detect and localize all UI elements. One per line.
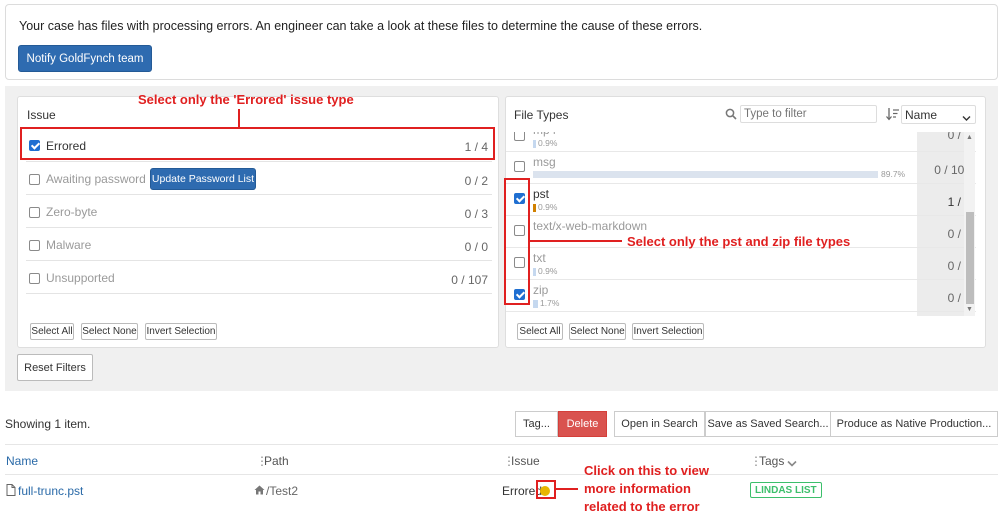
reset-filters-button[interactable]: Reset Filters [17,354,93,381]
issue-label: Zero-byte [46,205,98,219]
file-path: /Test2 [266,484,299,498]
tag-badge[interactable]: LINDAS LIST [750,482,822,498]
save-as-saved-search-button[interactable]: Save as Saved Search... [705,411,831,437]
issue-label: Awaiting password [46,172,146,186]
issue-row-malware[interactable]: Malware 0 / 0 [26,229,492,261]
sort-select-value: Name [905,108,938,122]
produce-native-production-button[interactable]: Produce as Native Production... [830,411,998,437]
errored-annotation: Select only the 'Errored' issue type [138,92,354,107]
issue-row-zero-byte[interactable]: Zero-byte 0 / 3 [26,196,492,228]
notify-goldfynch-button[interactable]: Notify GoldFynch team [18,45,152,72]
column-header-issue[interactable]: Issue [511,454,540,468]
file-types-select-none-button[interactable]: Select None [569,323,626,340]
scroll-down-icon[interactable]: ▼ [966,306,973,313]
issue-count: 0 / 2 [464,174,488,188]
file-type-pct: 1.7% [533,298,559,308]
msg-share-bar [533,171,878,178]
chevron-down-icon [962,111,971,125]
sort-icon[interactable] [886,107,900,121]
zero-byte-checkbox[interactable] [29,207,40,218]
file-icon [6,484,16,499]
error-info-annotation: Click on this to view more information r… [584,463,709,514]
table-row[interactable]: full-trunc.pst /Test2 Errored [0,475,1000,505]
file-type-filter-input[interactable] [740,105,877,123]
issue-label: Malware [46,238,92,252]
issue-select-none-button[interactable]: Select None [81,323,138,340]
open-in-search-button[interactable]: Open in Search [614,411,705,437]
file-type-row-pst[interactable]: pst 0.9% 1 / 1 [506,184,976,216]
errored-annotation-line [238,109,240,127]
showing-count: Showing 1 item. [5,417,91,431]
issue-panel-title: Issue [27,108,56,122]
errored-highlight-box [20,127,495,160]
search-icon [725,108,737,120]
file-name-link[interactable]: full-trunc.pst [18,484,83,498]
sort-select[interactable]: Name [901,105,976,124]
malware-checkbox[interactable] [29,240,40,251]
file-type-row-zip[interactable]: zip 1.7% 0 / 2 [506,280,976,312]
issue-select-all-button[interactable]: Select All [30,323,74,340]
issue-row-awaiting-password[interactable]: Awaiting password Update Password List 0… [26,163,492,195]
issue-count: 0 / 0 [464,240,488,254]
processing-errors-notice: Your case has files with processing erro… [5,4,998,80]
file-types-invert-selection-button[interactable]: Invert Selection [632,323,704,340]
awaiting-password-checkbox[interactable] [29,174,40,185]
scrollbar-thumb[interactable] [966,212,974,304]
column-header-path[interactable]: Path [264,454,289,468]
file-type-row-txt[interactable]: txt 0.9% 0 / 1 [506,248,976,280]
file-type-pct: 0.9% [533,266,557,276]
file-types-annotation: Select only the pst and zip file types [627,234,851,249]
home-icon [254,484,265,498]
file-type-label: pst [533,187,550,201]
file-type-label: txt [533,251,546,265]
file-type-label: mp4 [533,132,556,137]
file-type-row-msg[interactable]: msg 89.7% 0 / 104 [506,152,976,184]
error-info-annotation-line [556,488,578,490]
msg-checkbox[interactable] [514,161,525,172]
file-type-row-mp4[interactable]: mp4 0.9% 0 / 1 [506,132,976,152]
file-type-list: mp4 0.9% 0 / 1 msg 89.7% 0 / 104 pst 0.9… [506,132,976,316]
file-type-label: zip [533,283,549,297]
file-type-pct: 0.9% [533,138,557,148]
unsupported-checkbox[interactable] [29,273,40,284]
column-header-tags[interactable]: Tags [759,454,784,468]
file-types-panel-title: File Types [514,108,569,122]
file-types-highlight-box [504,178,530,305]
issue-row-unsupported[interactable]: Unsupported 0 / 107 [26,262,492,294]
issue-label: Unsupported [46,271,115,285]
issue-invert-selection-button[interactable]: Invert Selection [145,323,217,340]
file-types-annotation-line [530,240,622,242]
issue-count: 0 / 107 [451,273,488,287]
error-info-highlight-box [536,480,556,499]
file-type-pct: 89.7% [881,169,906,179]
file-types-select-all-button[interactable]: Select All [517,323,563,340]
file-type-label: text/x-web-markdown [533,219,648,233]
file-type-label: msg [533,155,556,169]
file-type-pct: 0.9% [533,202,557,212]
delete-button[interactable]: Delete [558,411,607,437]
notice-text: Your case has files with processing erro… [19,19,703,33]
scroll-up-icon[interactable]: ▲ [966,134,973,141]
issue-count: 0 / 3 [464,207,488,221]
file-types-panel: File Types Name mp4 0.9% 0 / 1 msg [505,96,986,348]
tag-button[interactable]: Tag... [515,411,558,437]
column-header-name[interactable]: Name [6,454,38,468]
chevron-down-icon[interactable] [787,457,797,471]
divider [5,444,998,445]
file-type-scrollbar[interactable]: ▲ ▼ [964,132,975,316]
mp4-checkbox[interactable] [514,132,525,141]
update-password-list-button[interactable]: Update Password List [150,168,256,190]
